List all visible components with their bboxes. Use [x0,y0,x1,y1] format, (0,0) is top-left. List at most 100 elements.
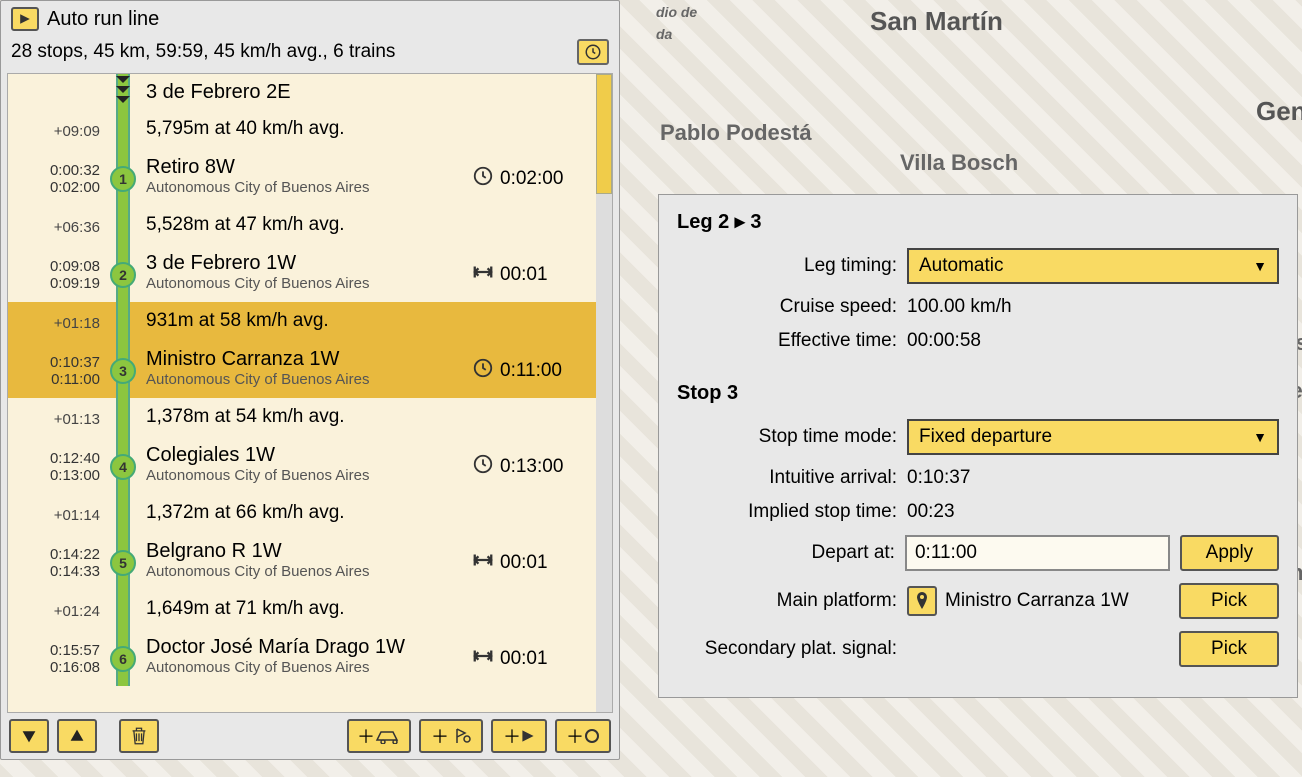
departure-time: 0:13:00 [12,467,100,484]
stop-number-badge: 6 [110,646,136,672]
apply-button[interactable]: Apply [1180,535,1279,571]
arrival-time: 0:00:32 [12,162,100,179]
leg-text: 1,372m at 66 km/h avg. [146,498,464,528]
origin-name: 3 de Febrero 2E [146,81,464,104]
main-platform-label: Main platform: [677,590,907,612]
departure-time: 0:14:33 [12,563,100,580]
implied-stop-label: Implied stop time: [677,501,907,523]
stop-number-badge: 4 [110,454,136,480]
leg-detail-panel: Leg 2 ▸ 3 Leg timing: Automatic ▼ Cruise… [658,194,1298,698]
map-label: da [656,26,672,42]
map-label: Pablo Podestá [660,120,812,146]
clock-icon [472,357,494,385]
departure-time: 0:09:19 [12,275,100,292]
leg-text: 5,795m at 40 km/h avg. [146,114,464,144]
move-down-button[interactable] [9,719,49,753]
cruise-speed-value: 100.00 km/h [907,296,1012,318]
stop-row[interactable]: 0:12:40 0:13:00 4 Colegiales 1W Autonomo… [8,440,612,494]
stop-name: 3 de Febrero 1W [146,252,464,275]
pin-icon [907,586,937,616]
stop-subtitle: Autonomous City of Buenos Aires [146,371,464,388]
add-stop-button[interactable]: ＋ [555,719,611,753]
map-label: Villa Bosch [900,150,1018,176]
pick-platform-button[interactable]: Pick [1179,583,1279,619]
leg-text: 931m at 58 km/h avg. [146,306,464,336]
arrival-time: 0:15:57 [12,642,100,659]
effective-time-label: Effective time: [677,330,907,352]
leg-row[interactable]: +09:09 5,795m at 40 km/h avg. [8,110,612,152]
leg-text: 5,528m at 47 km/h avg. [146,210,464,240]
arrival-time: 0:10:37 [12,354,100,371]
origin-row[interactable]: 3 de Febrero 2E [8,74,612,110]
leg-row[interactable]: +06:36 5,528m at 47 km/h avg. [8,206,612,248]
leg-duration: +09:09 [12,123,100,140]
add-signal-button[interactable]: ＋ [419,719,483,753]
stop-row[interactable]: 0:14:22 0:14:33 5 Belgrano R 1W Autonomo… [8,536,612,590]
secondary-platform-label: Secondary plat. signal: [677,638,907,660]
implied-stop-value: 00:23 [907,501,955,523]
clock-icon [472,165,494,193]
depart-at-input[interactable] [905,535,1170,571]
leg-timing-value: Automatic [919,255,1003,277]
stop-row[interactable]: 0:00:32 0:02:00 1 Retiro 8W Autonomous C… [8,152,612,206]
stop-row[interactable]: 0:09:08 0:09:19 2 3 de Febrero 1W Autono… [8,248,612,302]
stop-subtitle: Autonomous City of Buenos Aires [146,275,464,292]
stop-name: Retiro 8W [146,156,464,179]
margin-icon [472,645,494,673]
leg-row[interactable]: +01:14 1,372m at 66 km/h avg. [8,494,612,536]
leg-row[interactable]: +01:13 1,378m at 54 km/h avg. [8,398,612,440]
stop-name: Colegiales 1W [146,444,464,467]
add-waypoint-button[interactable]: ＋ [491,719,547,753]
stop-subtitle: Autonomous City of Buenos Aires [146,659,464,676]
stop-name: Belgrano R 1W [146,540,464,563]
stop-timing-value: 00:01 [500,264,548,286]
stop-mode-value: Fixed departure [919,426,1052,448]
stop-list[interactable]: 3 de Febrero 2E +09:09 5,795m at 40 km/h… [7,73,613,713]
departure-time: 0:02:00 [12,179,100,196]
stop-row[interactable]: 0:15:57 0:16:08 6 Doctor José María Drag… [8,632,612,686]
scrollbar-thumb[interactable] [596,74,612,194]
stop-timing-value: 00:01 [500,552,548,574]
move-up-button[interactable] [57,719,97,753]
auto-run-button[interactable] [11,7,39,31]
arrival-time: 0:12:40 [12,450,100,467]
stop-timing-value: 0:02:00 [500,168,563,190]
delete-button[interactable] [119,719,159,753]
departure-time: 0:16:08 [12,659,100,676]
stop-number-badge: 5 [110,550,136,576]
map-label: Gen [1256,96,1302,127]
leg-duration: +01:18 [12,315,100,332]
line-summary: 28 stops, 45 km, 59:59, 45 km/h avg., 6 … [11,41,395,63]
leg-row[interactable]: +01:24 1,649m at 71 km/h avg. [8,590,612,632]
stop-row[interactable]: 0:10:37 0:11:00 3 Ministro Carranza 1W A… [8,344,612,398]
departure-time: 0:11:00 [12,371,100,388]
chevron-down-icon: ▼ [1253,258,1267,274]
pick-secondary-button[interactable]: Pick [1179,631,1279,667]
leg-timing-dropdown[interactable]: Automatic ▼ [907,248,1279,284]
add-train-button[interactable]: ＋ [347,719,411,753]
stop-number-badge: 1 [110,166,136,192]
direction-icon [114,74,132,110]
stop-name: Ministro Carranza 1W [146,348,464,371]
margin-icon [472,261,494,289]
effective-time-value: 00:00:58 [907,330,981,352]
stop-mode-dropdown[interactable]: Fixed departure ▼ [907,419,1279,455]
stop-number-badge: 2 [110,262,136,288]
stop-subtitle: Autonomous City of Buenos Aires [146,467,464,484]
stop-timing-value: 0:13:00 [500,456,563,478]
stop-number-badge: 3 [110,358,136,384]
stop-mode-label: Stop time mode: [677,426,907,448]
clock-icon [472,453,494,481]
line-panel: Auto run line 28 stops, 45 km, 59:59, 45… [0,0,620,760]
timing-toggle-button[interactable] [577,39,609,65]
leg-row[interactable]: +01:18 931m at 58 km/h avg. [8,302,612,344]
cruise-speed-label: Cruise speed: [677,296,907,318]
arrival-time: 0:14:22 [12,546,100,563]
leg-timing-label: Leg timing: [677,255,907,277]
scrollbar[interactable] [596,74,612,712]
stop-heading: Stop 3 [677,382,1279,405]
arrival-time: 0:09:08 [12,258,100,275]
leg-text: 1,378m at 54 km/h avg. [146,402,464,432]
map-label: dio de [656,4,697,20]
map-label: San Martín [870,6,1003,37]
